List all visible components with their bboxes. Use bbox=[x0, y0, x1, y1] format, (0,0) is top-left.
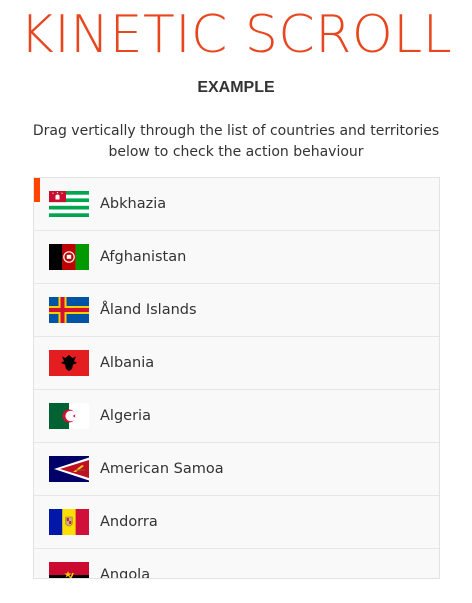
instructions-text: Drag vertically through the list of coun… bbox=[32, 123, 440, 160]
country-name: Abkhazia bbox=[100, 196, 167, 212]
country-row-algeria[interactable]: Algeria bbox=[34, 390, 439, 443]
country-row-afghanistan[interactable]: Afghanistan bbox=[34, 231, 439, 284]
country-name: Albania bbox=[100, 355, 155, 371]
country-row-albania[interactable]: Albania bbox=[34, 337, 439, 390]
scroll-position-indicator bbox=[34, 178, 40, 202]
country-name: Algeria bbox=[100, 408, 151, 424]
andorra-flag-icon bbox=[49, 509, 89, 535]
abkhazia-flag-icon bbox=[49, 191, 89, 217]
kinetic-scroll-list[interactable]: Abkhazia Afghanistan Åland Islands Alban… bbox=[33, 177, 440, 579]
page-title: KINETIC SCROLL bbox=[19, 5, 453, 65]
country-row-abkhazia[interactable]: Abkhazia bbox=[34, 178, 439, 231]
albania-flag-icon bbox=[49, 350, 89, 376]
country-row-american-samoa[interactable]: American Samoa bbox=[34, 443, 439, 496]
aland-islands-flag-icon bbox=[49, 297, 89, 323]
american-samoa-flag-icon bbox=[49, 456, 89, 482]
algeria-flag-icon bbox=[49, 403, 89, 429]
example-heading: EXAMPLE bbox=[197, 79, 275, 96]
country-row-angola[interactable]: Angola bbox=[34, 549, 439, 579]
afghanistan-flag-icon bbox=[49, 244, 89, 270]
country-name: American Samoa bbox=[100, 461, 224, 477]
country-row-andorra[interactable]: Andorra bbox=[34, 496, 439, 549]
country-name: Andorra bbox=[100, 514, 158, 530]
country-name: Afghanistan bbox=[100, 249, 187, 265]
angola-flag-icon bbox=[49, 562, 89, 578]
country-name: Åland Islands bbox=[100, 302, 197, 318]
country-row-aland-islands[interactable]: Åland Islands bbox=[34, 284, 439, 337]
country-name: Angola bbox=[100, 567, 151, 579]
country-list: Abkhazia Afghanistan Åland Islands Alban… bbox=[34, 178, 439, 579]
